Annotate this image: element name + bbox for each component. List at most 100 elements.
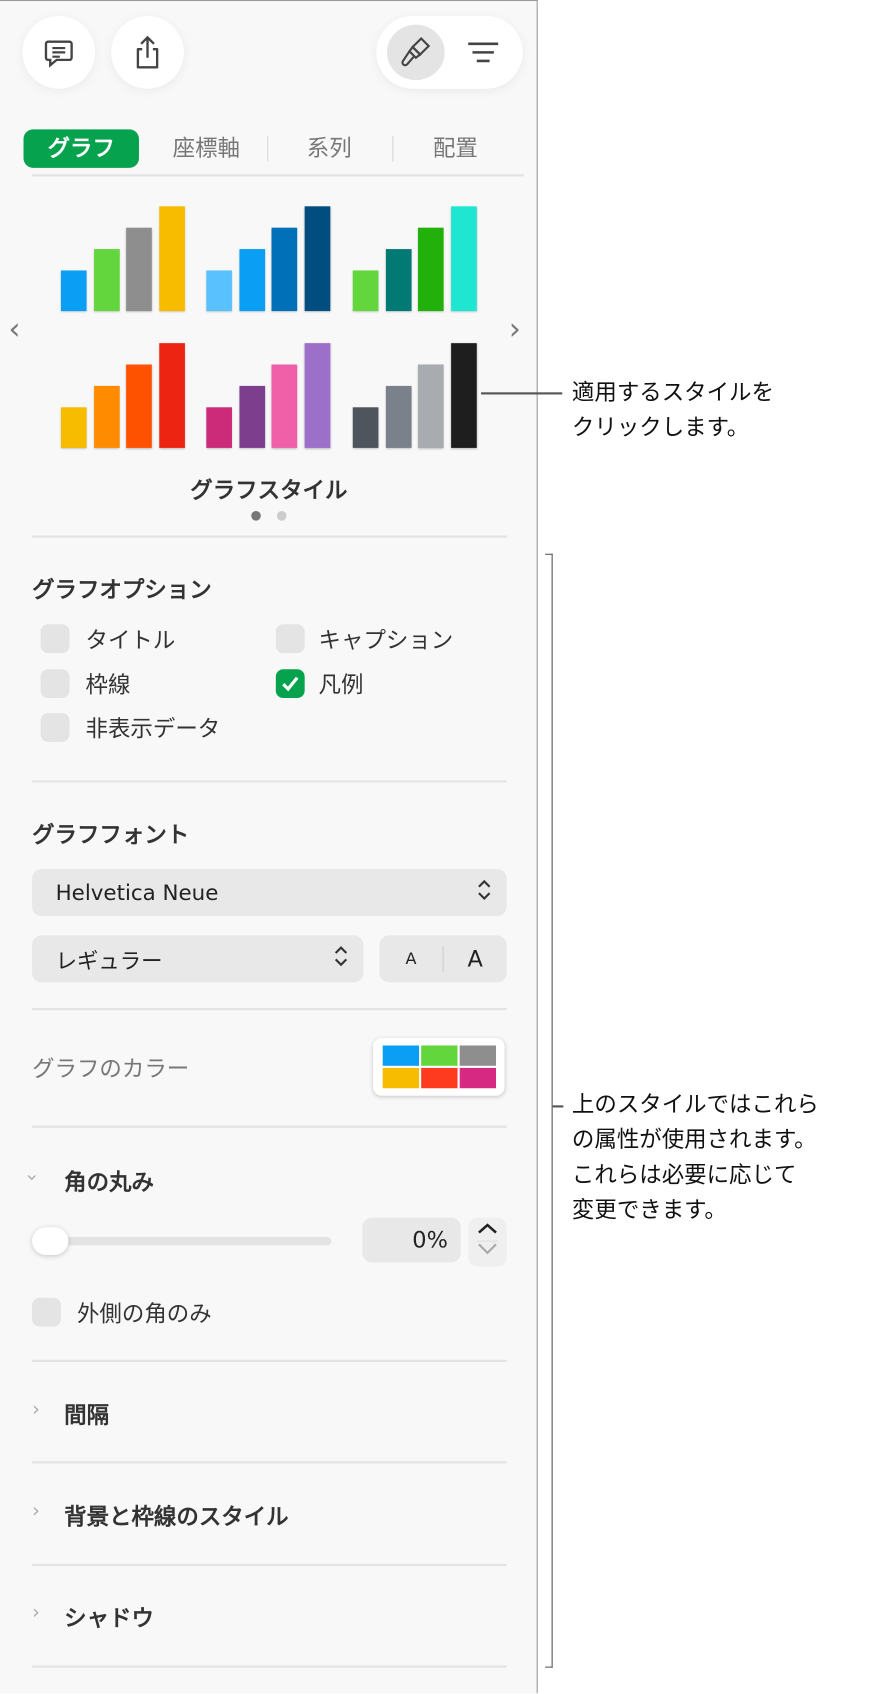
color-swatch <box>421 1045 458 1066</box>
color-swatch <box>421 1067 458 1089</box>
share-button[interactable] <box>111 16 184 89</box>
up-down-chevron-icon <box>334 946 349 973</box>
style-bar <box>385 385 412 448</box>
comment-icon <box>44 40 73 68</box>
previous-arrow-icon[interactable]: ‹ <box>9 311 21 346</box>
corner-radius-stepper[interactable] <box>468 1217 507 1267</box>
checkbox[interactable] <box>40 713 70 742</box>
style-bar <box>93 385 120 448</box>
next-arrow-icon[interactable]: › <box>509 311 521 346</box>
corner-radius-field[interactable]: 0% <box>362 1217 461 1263</box>
chart-options-heading: グラフオプション <box>32 577 212 603</box>
chevron-right-icon[interactable]: › <box>32 1500 40 1522</box>
page-dot-active[interactable] <box>251 510 261 521</box>
font-family-value: Helvetica Neue <box>55 879 219 906</box>
style-bar <box>93 249 120 312</box>
tab-series[interactable]: 系列 <box>286 129 372 167</box>
increase-font-size-button[interactable]: A <box>444 946 507 972</box>
divider <box>32 1563 507 1567</box>
style-bar <box>206 407 232 448</box>
option-label: 凡例 <box>318 672 364 699</box>
style-bar <box>206 270 232 312</box>
chart-font-heading: グラフフォント <box>32 822 190 848</box>
chevron-right-icon[interactable]: › <box>32 1398 40 1420</box>
checkbox[interactable] <box>40 669 70 699</box>
checkbox[interactable] <box>275 624 305 654</box>
chart-style-thumbnail[interactable] <box>352 341 481 450</box>
chart-style-thumbnail[interactable] <box>60 341 189 450</box>
paintbrush-icon <box>401 36 431 67</box>
stepper-up-down-icon <box>476 1223 499 1255</box>
note-line: の属性が使用されます。 <box>571 1126 817 1153</box>
chart-colors-label: グラフのカラー <box>32 1056 190 1082</box>
style-bar <box>385 249 412 312</box>
option-label: 外側の角のみ <box>76 1300 212 1327</box>
divider <box>32 1125 507 1128</box>
style-bar <box>352 270 379 312</box>
style-bar <box>271 227 298 312</box>
note-line: 変更できます。 <box>571 1197 727 1223</box>
style-bar <box>304 343 330 448</box>
slider-knob[interactable] <box>32 1227 69 1256</box>
format-button[interactable] <box>386 24 445 81</box>
chevron-right-icon[interactable]: › <box>32 1601 40 1623</box>
style-bar <box>126 364 152 448</box>
option-label: 非表示データ <box>85 716 221 742</box>
divider <box>32 780 507 783</box>
decrease-font-size-button[interactable]: A <box>379 949 442 968</box>
corner-radius-slider[interactable] <box>32 1236 332 1246</box>
style-bar <box>450 206 477 312</box>
color-swatch <box>459 1067 497 1089</box>
font-style-value: レギュラー <box>55 947 163 974</box>
section-spacing[interactable]: 間隔 <box>64 1398 109 1430</box>
color-swatch <box>382 1045 420 1066</box>
comment-button[interactable] <box>22 16 96 89</box>
chart-colors-button[interactable] <box>373 1037 505 1096</box>
note-line: 適用するスタイルを <box>571 379 774 406</box>
tab-separator <box>392 135 394 162</box>
tab-axes[interactable]: 座標軸 <box>160 129 252 167</box>
chart-style-label: グラフスタイル <box>190 477 348 504</box>
font-family-select[interactable]: Helvetica Neue <box>32 869 507 917</box>
color-swatch <box>382 1067 420 1089</box>
style-bar <box>126 227 152 312</box>
style-bar <box>158 206 185 312</box>
style-bar <box>60 407 87 448</box>
chevron-down-icon[interactable]: › <box>20 1174 42 1182</box>
divider <box>32 1461 507 1464</box>
font-size-buttons: A A <box>379 935 507 983</box>
corner-radius-heading[interactable]: 角の丸み <box>64 1165 154 1197</box>
organize-button[interactable] <box>466 40 500 70</box>
divider <box>32 535 507 538</box>
tab-separator <box>267 135 269 162</box>
tab-chart[interactable]: グラフ <box>23 129 139 168</box>
chart-style-thumbnail[interactable] <box>206 341 334 450</box>
checkbox[interactable] <box>40 624 70 654</box>
checkbox-checked[interactable] <box>275 669 305 699</box>
callout-line <box>481 392 563 394</box>
option-label: 枠線 <box>85 672 131 699</box>
style-bar <box>238 249 265 312</box>
chart-style-thumbnail[interactable] <box>60 204 189 313</box>
font-style-select[interactable]: レギュラー <box>32 935 364 983</box>
checkmark-icon <box>282 676 299 692</box>
checkbox[interactable] <box>32 1297 61 1327</box>
note-line: これらは必要に応じて <box>571 1162 797 1188</box>
page-dot[interactable] <box>276 510 287 521</box>
tab-arrange[interactable]: 配置 <box>413 129 499 167</box>
section-shadow[interactable]: シャドウ <box>64 1601 154 1633</box>
style-bar <box>417 227 444 312</box>
section-background-border[interactable]: 背景と枠線のスタイル <box>64 1500 288 1532</box>
format-sidebar: グラフ 座標軸 系列 配置 ‹ › グラフスタイル グラフオプション タイトル … <box>0 0 538 1694</box>
callout-attributes-note: 上のスタイルではこれら の属性が使用されます。 これらは必要に応じて 変更できま… <box>572 1087 819 1228</box>
chart-style-thumbnail[interactable] <box>206 204 334 313</box>
style-bar <box>417 364 444 448</box>
style-bar <box>271 364 298 448</box>
divider <box>32 1008 507 1011</box>
style-bar <box>352 407 379 448</box>
view-toggle <box>376 16 523 89</box>
divider <box>32 1665 507 1668</box>
style-bar <box>60 270 87 312</box>
share-icon <box>136 35 159 69</box>
chart-style-thumbnail[interactable] <box>352 204 481 313</box>
